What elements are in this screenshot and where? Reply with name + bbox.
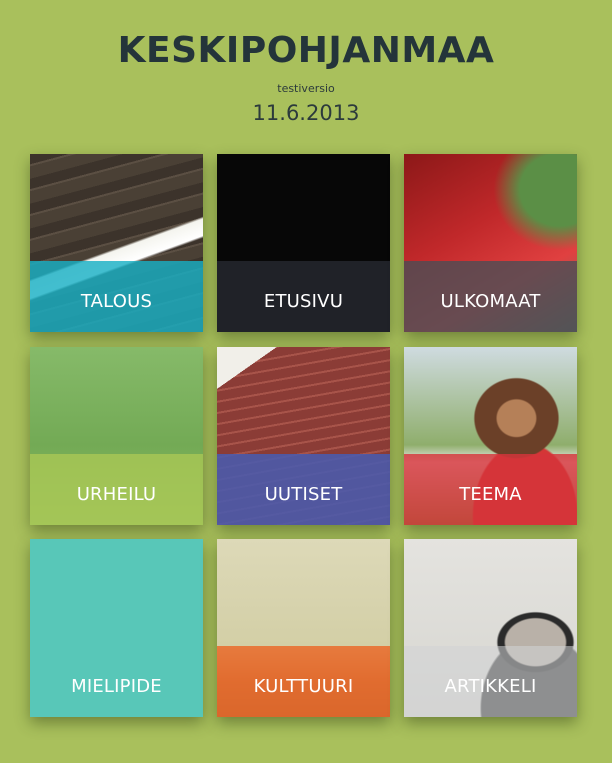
issue-date: 11.6.2013 <box>252 101 360 125</box>
tile-etusivu[interactable]: ETUSIVU <box>217 154 390 332</box>
tile-ulkomaat[interactable]: ULKOMAAT <box>404 154 577 332</box>
tile-artikkeli[interactable]: ARTIKKELI <box>404 539 577 717</box>
tile-label: UUTISET <box>264 484 343 505</box>
tile-label: URHEILU <box>76 484 157 505</box>
tile-urheilu[interactable]: URHEILU <box>30 347 203 525</box>
tile-label: ULKOMAAT <box>440 291 541 312</box>
tile-label: TALOUS <box>80 291 153 312</box>
tile-teema[interactable]: TEEMA <box>404 347 577 525</box>
tile-label: ARTIKKELI <box>444 676 537 697</box>
tile-talous[interactable]: TALOUS <box>30 154 203 332</box>
tile-mielipide[interactable]: MIELIPIDE <box>30 539 203 717</box>
page-subtitle: testiversio <box>277 82 335 95</box>
tile-label: MIELIPIDE <box>71 676 162 697</box>
tile-uutiset[interactable]: UUTISET <box>217 347 390 525</box>
page-title: KESKIPOHJANMAA <box>117 30 495 71</box>
tile-kulttuuri[interactable]: KULTTUURI <box>217 539 390 717</box>
tile-label: ETUSIVU <box>263 291 344 312</box>
tile-label: TEEMA <box>459 484 522 505</box>
tile-label: KULTTUURI <box>253 676 354 697</box>
